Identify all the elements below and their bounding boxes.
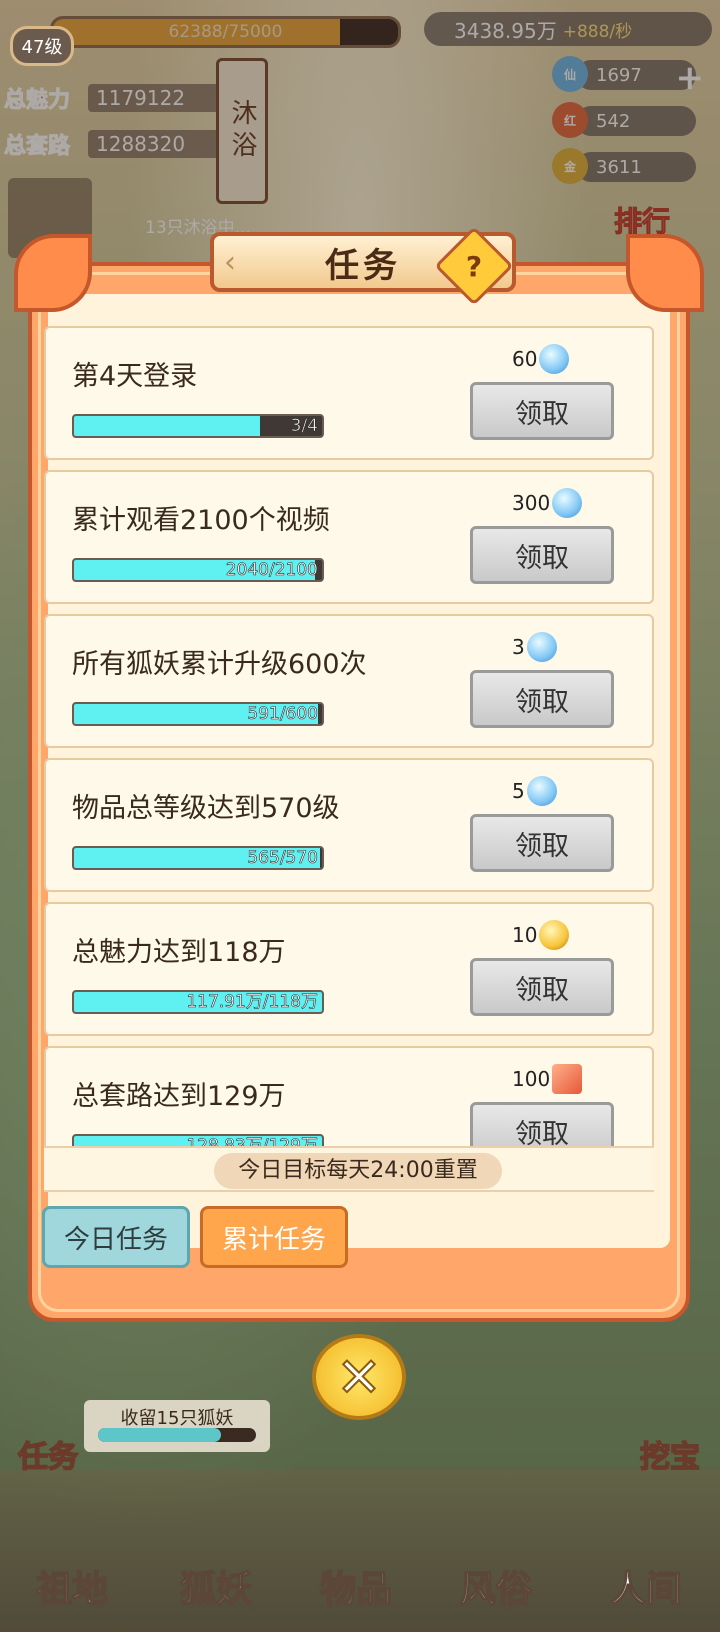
- claim-button[interactable]: 领取: [470, 958, 614, 1016]
- task-progress-bar: 128.83万/129万: [72, 1134, 324, 1146]
- task-progress-text: 3/4: [290, 416, 318, 436]
- task-progress-text: 591/600: [247, 704, 318, 724]
- task-reward: 3: [512, 632, 557, 662]
- task-name: 总魅力达到118万: [72, 937, 286, 968]
- nav-customs[interactable]: 风俗: [459, 1560, 533, 1612]
- task-name: 总套路达到129万: [72, 1081, 286, 1112]
- task-progress-bar: 591/600: [72, 702, 324, 726]
- task-list[interactable]: 第4天登录 3/4 60 领取 累计观看2100个视频 2040/2100 300 领取 所有狐…: [44, 326, 654, 1146]
- claim-button[interactable]: 领取: [470, 526, 614, 584]
- task-card: 第4天登录 3/4 60 领取: [44, 326, 654, 460]
- task-progress-text: 565/570: [247, 848, 318, 868]
- task-progress-bar: 2040/2100: [72, 558, 324, 582]
- reward-amount: 300: [512, 491, 551, 515]
- shelter-progress[interactable]: 收留15只狐妖: [84, 1400, 270, 1452]
- close-button[interactable]: ✕: [312, 1334, 406, 1420]
- task-name: 所有狐妖累计升级600次: [72, 649, 367, 680]
- claim-button[interactable]: 领取: [470, 1102, 614, 1146]
- task-progress-bar: 565/570: [72, 846, 324, 870]
- tab-cumulative-tasks[interactable]: 累计任务: [200, 1206, 348, 1268]
- task-modal: ‹ 任务 ? 第4天登录 3/4 60 领取 累计观看2100个视频 2040/2100 3…: [14, 226, 704, 1347]
- gem-reward-icon: [539, 344, 570, 374]
- task-name: 物品总等级达到570级: [72, 793, 340, 824]
- nav-ancestral[interactable]: 祖地: [35, 1560, 109, 1612]
- task-progress-bar: 3/4: [72, 414, 324, 438]
- reset-note: 今日目标每天24:00重置: [214, 1153, 502, 1189]
- nav-items[interactable]: 物品: [319, 1560, 393, 1612]
- reward-amount: 5: [512, 779, 525, 803]
- task-progress-text: 2040/2100: [225, 560, 318, 580]
- shelter-text: 收留15只狐妖: [120, 1408, 234, 1429]
- gem-reward-icon: [552, 488, 583, 518]
- help-icon: ?: [465, 249, 483, 283]
- claim-button[interactable]: 领取: [470, 382, 614, 440]
- nav-world[interactable]: 人间: [609, 1560, 683, 1612]
- task-reward: 300: [512, 488, 583, 518]
- gem-reward-icon: [526, 632, 557, 662]
- task-reward: 10: [512, 920, 570, 950]
- nav-fox[interactable]: 狐妖: [179, 1560, 253, 1612]
- task-reward: 5: [512, 776, 557, 806]
- task-name: 累计观看2100个视频: [72, 505, 330, 536]
- gem-reward-icon: [526, 776, 557, 806]
- tab-daily-tasks[interactable]: 今日任务: [42, 1206, 190, 1268]
- task-reward: 60: [512, 344, 570, 374]
- chevron-left-icon: ‹: [224, 244, 240, 280]
- task-card: 总魅力达到118万 117.91万/118万 10 领取: [44, 902, 654, 1036]
- task-card: 所有狐妖累计升级600次 591/600 3 领取: [44, 614, 654, 748]
- red-reward-icon: [552, 1064, 583, 1094]
- reward-amount: 100: [512, 1067, 551, 1091]
- gold-reward-icon: [539, 920, 570, 950]
- task-progress-fill: [74, 416, 260, 436]
- claim-button[interactable]: 领取: [470, 670, 614, 728]
- task-card: 物品总等级达到570级 565/570 5 领取: [44, 758, 654, 892]
- reset-note-bar: 今日目标每天24:00重置: [44, 1146, 654, 1192]
- claim-button[interactable]: 领取: [470, 814, 614, 872]
- task-reward: 100: [512, 1064, 583, 1094]
- modal-title-text: 任务: [325, 245, 401, 286]
- shelter-bar: [98, 1428, 256, 1442]
- task-progress-bar: 117.91万/118万: [72, 990, 324, 1014]
- task-progress-text: 117.91万/118万: [186, 992, 318, 1012]
- task-name: 第4天登录: [72, 361, 198, 392]
- reward-amount: 10: [512, 923, 538, 947]
- reward-amount: 3: [512, 635, 525, 659]
- task-card: 累计观看2100个视频 2040/2100 300 领取: [44, 470, 654, 604]
- reward-amount: 60: [512, 347, 538, 371]
- task-progress-text: 128.83万/129万: [186, 1136, 318, 1146]
- level-badge[interactable]: 47级: [10, 26, 74, 66]
- frame-ornament-right: [626, 234, 704, 312]
- task-card: 总套路达到129万 128.83万/129万 100 领取: [44, 1046, 654, 1146]
- shelter-bar-fill: [98, 1428, 222, 1442]
